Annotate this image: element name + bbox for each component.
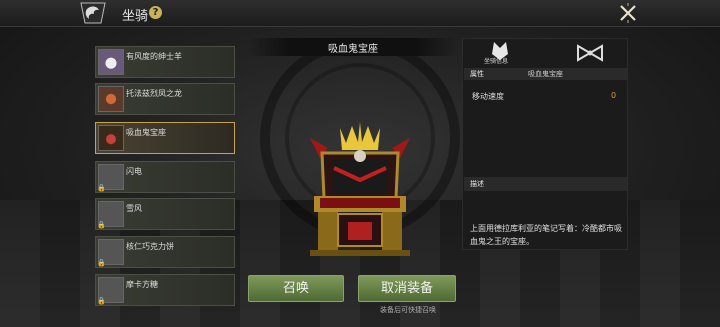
lock-icon: 🔒 xyxy=(97,259,106,267)
tab-mount-info-label: 坐骑信息 xyxy=(484,58,509,65)
mount-thumbnail xyxy=(98,86,124,112)
list-item[interactable]: 吸血鬼宝座 xyxy=(95,122,235,154)
preview-mount-name: 吸血鬼宝座 xyxy=(328,44,378,55)
stat-value: 0 xyxy=(611,91,617,100)
description-title: 描述 xyxy=(470,180,484,188)
unequip-button[interactable]: 取消装备 xyxy=(358,275,456,302)
mount-name: 有风度的绅士羊 xyxy=(126,52,182,61)
list-item[interactable]: 🔒 核仁巧克力饼 xyxy=(95,236,235,268)
attributes-mount-name: 吸血鬼宝座 xyxy=(528,70,563,78)
page-title: 坐骑 xyxy=(122,9,149,24)
attributes-title: 属性 xyxy=(470,70,484,78)
dragon-logo-icon xyxy=(80,2,106,24)
lock-icon: 🔒 xyxy=(97,221,106,229)
description-header xyxy=(464,177,627,191)
mount-name: 吸血鬼宝座 xyxy=(126,128,166,137)
mount-name: 核仁巧克力饼 xyxy=(126,242,174,251)
mount-name: 闪电 xyxy=(126,167,142,176)
help-icon[interactable]: ? xyxy=(149,6,162,19)
lock-icon: 🔒 xyxy=(97,184,106,192)
mount-thumbnail xyxy=(98,125,124,151)
list-item[interactable]: 🔒 摩卡方糖 xyxy=(95,274,235,306)
tab-bow[interactable] xyxy=(560,38,620,68)
vampire-throne-model[interactable] xyxy=(300,118,420,258)
description-text: 上面用德拉库利亚的笔记写着：冷酷都市吸血鬼之王的宝座。 xyxy=(470,224,622,246)
mount-thumbnail xyxy=(98,49,124,75)
lock-icon: 🔒 xyxy=(97,297,106,305)
top-bar xyxy=(0,0,720,27)
summon-hint: 装备后可快捷召唤 xyxy=(380,306,436,314)
close-icon[interactable] xyxy=(617,2,639,24)
mount-list: 有风度的绅士羊 托法兹烈凤之龙 吸血鬼宝座 🔒 闪电 🔒 雪风 🔒 核仁巧克力饼… xyxy=(92,38,242,327)
list-item[interactable]: 🔒 闪电 xyxy=(95,161,235,193)
mount-name: 雪风 xyxy=(126,204,142,213)
mount-name: 托法兹烈凤之龙 xyxy=(126,89,182,98)
summon-button[interactable]: 召唤 xyxy=(248,275,344,302)
stat-label: 移动速度 xyxy=(472,92,504,101)
mount-name: 摩卡方糖 xyxy=(126,280,158,289)
list-item[interactable]: 有风度的绅士羊 xyxy=(95,46,235,78)
list-item[interactable]: 托法兹烈凤之龙 xyxy=(95,83,235,115)
list-item[interactable]: 🔒 雪风 xyxy=(95,198,235,230)
